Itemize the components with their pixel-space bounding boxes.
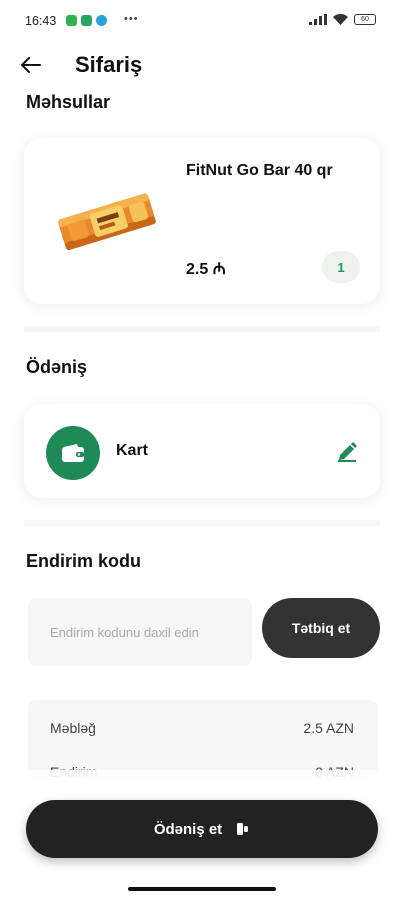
status-time: 16:43 <box>25 14 57 28</box>
battery-icon: 60 <box>354 14 376 25</box>
payment-method-label: Kart <box>116 442 149 459</box>
status-bar: 16:43 ••• 60 <box>0 0 404 40</box>
arrow-left-icon <box>21 57 41 73</box>
apply-discount-button[interactable]: Tətbiq et <box>262 598 380 658</box>
product-image <box>58 193 156 251</box>
home-indicator <box>128 887 276 891</box>
pencil-icon <box>338 442 357 462</box>
order-summary: Məbləğ 2.5 AZN Endirim 0 AZN <box>28 700 378 780</box>
summary-row-amount: Məbləğ 2.5 AZN <box>50 720 354 736</box>
wifi-icon <box>333 14 348 25</box>
product-card[interactable]: FitNut Go Bar 40 qr 2.5 ₼ 1 <box>24 138 380 304</box>
back-button[interactable] <box>16 50 46 80</box>
signal-icon <box>309 14 327 25</box>
message-notification-icon <box>66 15 77 26</box>
more-notifications-indicator: ••• <box>124 13 139 25</box>
section-divider <box>24 520 380 526</box>
quantity-badge[interactable]: 1 <box>322 251 360 283</box>
section-divider <box>24 326 380 332</box>
page-title: Sifariş <box>75 52 143 77</box>
pay-button[interactable]: Ödəniş et <box>26 800 378 858</box>
edit-payment-button[interactable] <box>334 438 360 464</box>
discount-section-title: Endirim kodu <box>26 551 142 571</box>
pay-button-label: Ödəniş et <box>153 820 223 838</box>
discount-code-input[interactable] <box>28 598 252 666</box>
product-price: 2.5 ₼ <box>186 261 226 278</box>
status-right: 60 <box>309 14 376 25</box>
battery-level: 60 <box>361 16 369 23</box>
telegram-notification-icon <box>96 15 107 26</box>
wallet-icon-container <box>46 426 100 480</box>
app-notification-icon <box>81 15 92 26</box>
products-section-title: Məhsullar <box>26 92 111 112</box>
wallet-icon <box>62 444 84 462</box>
summary-value: 2.5 AZN <box>303 720 354 736</box>
notification-icons <box>66 15 107 26</box>
payment-section-title: Ödəniş <box>26 357 88 377</box>
summary-label: Məbləğ <box>50 720 96 736</box>
payment-method-card[interactable]: Kart <box>24 404 380 498</box>
card-pay-icon <box>237 823 249 835</box>
product-name: FitNut Go Bar 40 qr <box>186 162 333 179</box>
